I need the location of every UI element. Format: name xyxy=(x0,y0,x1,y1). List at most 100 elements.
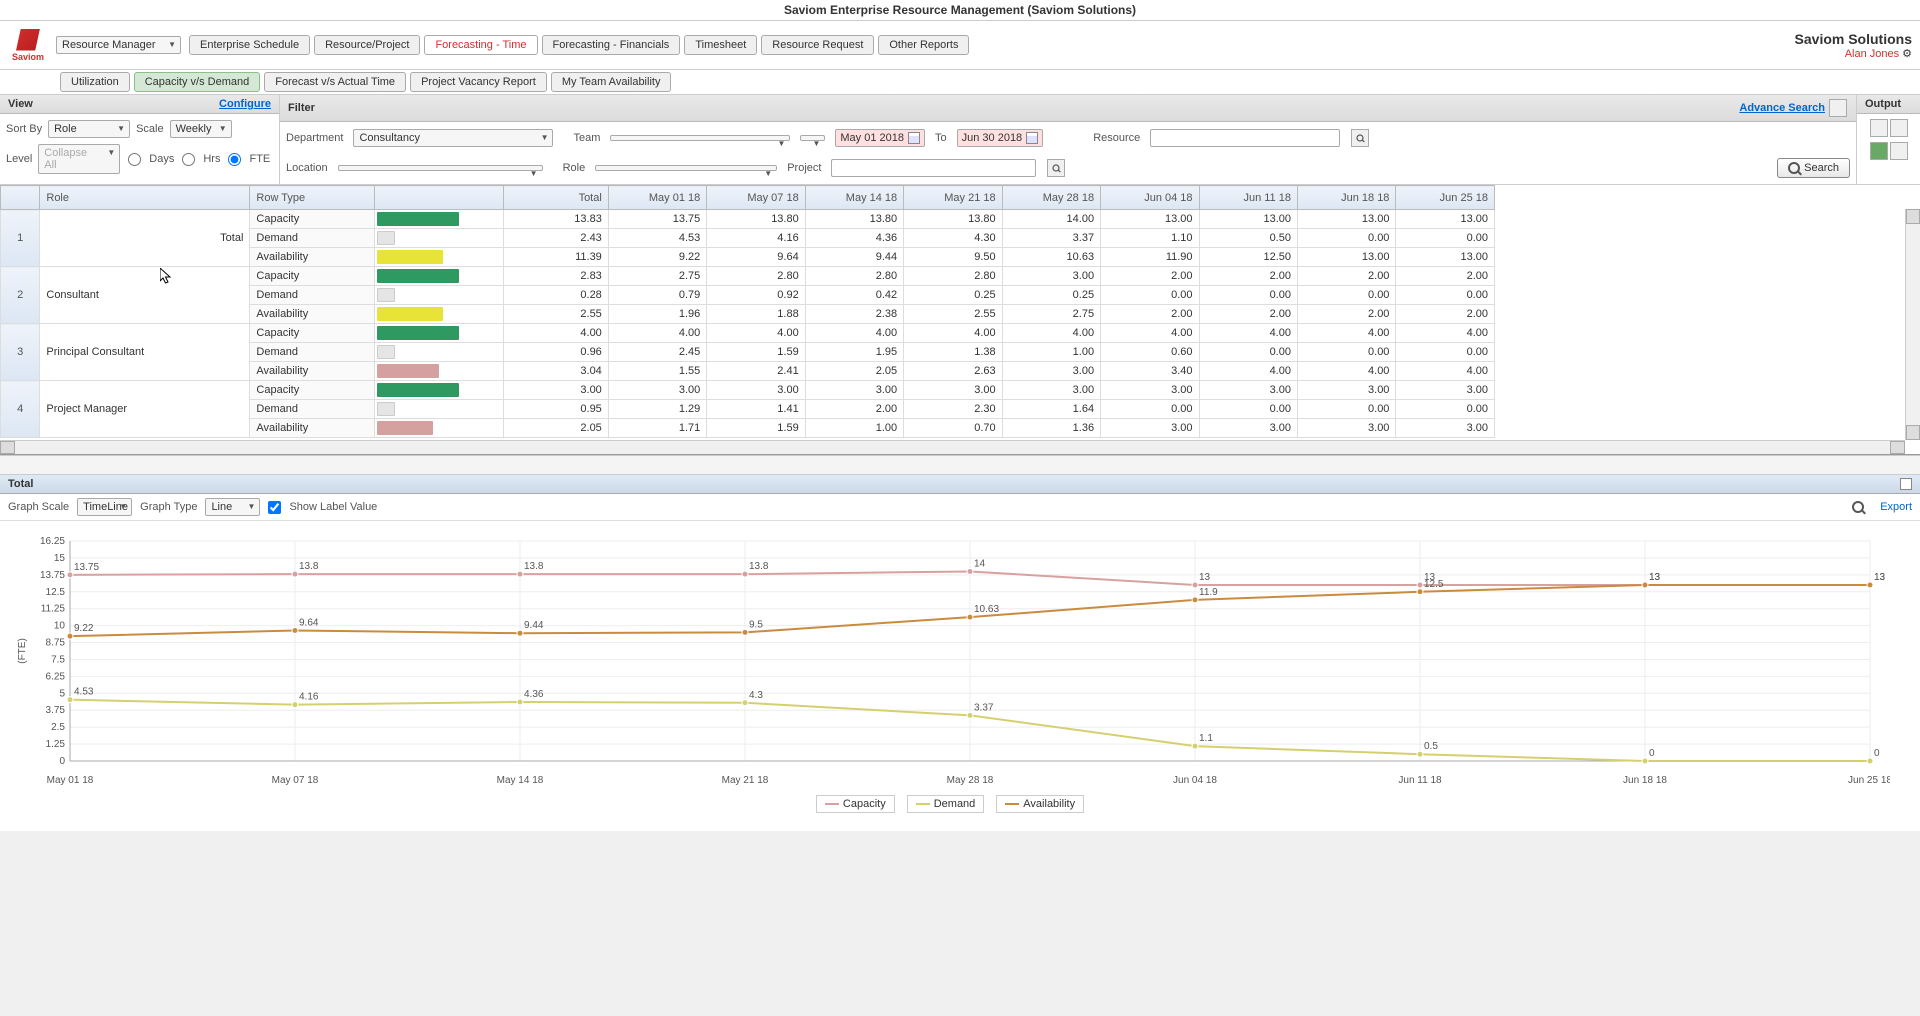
graph-scale-select[interactable]: TimeLine xyxy=(77,498,132,516)
team-select[interactable] xyxy=(610,135,790,141)
hrs-radio[interactable] xyxy=(182,153,195,166)
output-icon-4[interactable] xyxy=(1890,142,1908,160)
role-cell[interactable]: Consultant xyxy=(40,267,250,324)
col-header[interactable]: May 14 18 xyxy=(805,186,903,210)
header-right: Saviom Solutions Alan Jones⚙ xyxy=(1795,31,1912,60)
value-cell: 3.00 xyxy=(503,381,608,400)
svg-text:9.22: 9.22 xyxy=(74,623,94,634)
col-header[interactable]: Jun 04 18 xyxy=(1101,186,1199,210)
output-icons xyxy=(1857,114,1920,168)
sort-by-select[interactable]: Role xyxy=(48,120,130,138)
horizontal-scrollbar[interactable] xyxy=(0,440,1905,454)
nav-tab-enterprise-schedule[interactable]: Enterprise Schedule xyxy=(189,35,310,55)
nav-tab-other-reports[interactable]: Other Reports xyxy=(878,35,969,55)
col-header[interactable] xyxy=(375,186,504,210)
department-select[interactable]: Consultancy xyxy=(353,129,553,147)
search-button[interactable]: Search xyxy=(1777,158,1850,178)
nav-tab-forecasting-financials[interactable]: Forecasting - Financials xyxy=(542,35,681,55)
resource-input[interactable] xyxy=(1150,129,1340,147)
row-type: Capacity xyxy=(250,210,375,229)
svg-text:11.25: 11.25 xyxy=(41,604,66,615)
role-cell[interactable]: Principal Consultant xyxy=(40,324,250,381)
col-header[interactable]: May 01 18 xyxy=(608,186,706,210)
graph-type-select[interactable]: Line xyxy=(205,498,260,516)
hrs-label: Hrs xyxy=(203,153,220,165)
svg-text:12.5: 12.5 xyxy=(1424,579,1444,590)
value-cell: 2.80 xyxy=(707,267,805,286)
svg-text:4.16: 4.16 xyxy=(299,692,319,703)
level-select[interactable]: Collapse All xyxy=(38,144,120,174)
legend-item[interactable]: Demand xyxy=(907,795,985,813)
col-header[interactable]: Jun 25 18 xyxy=(1396,186,1495,210)
nav-tab-forecasting-time[interactable]: Forecasting - Time xyxy=(424,35,537,55)
splitter[interactable] xyxy=(0,455,1920,475)
role-cell[interactable]: Total xyxy=(40,210,250,267)
value-cell: 1.36 xyxy=(1002,419,1100,438)
value-cell: 13.80 xyxy=(904,210,1002,229)
filter-header: Filter Advance Search xyxy=(280,94,1856,122)
col-header[interactable]: May 21 18 xyxy=(904,186,1002,210)
zoom-icon[interactable] xyxy=(1852,501,1864,513)
sub-tab-capacity-v-s-demand[interactable]: Capacity v/s Demand xyxy=(134,72,261,92)
col-header[interactable]: Jun 18 18 xyxy=(1297,186,1395,210)
role-cell[interactable]: Project Manager xyxy=(40,381,250,438)
nav-tab-resource-request[interactable]: Resource Request xyxy=(761,35,874,55)
role-selector[interactable]: Resource Manager xyxy=(56,36,181,54)
location-select[interactable] xyxy=(338,165,543,171)
legend-item[interactable]: Availability xyxy=(996,795,1084,813)
date-from[interactable]: May 01 2018 xyxy=(835,129,925,147)
value-cell: 13.80 xyxy=(805,210,903,229)
export-link[interactable]: Export xyxy=(1880,501,1912,513)
advance-search-icon[interactable] xyxy=(1829,99,1847,117)
svg-text:May 07 18: May 07 18 xyxy=(272,775,319,786)
output-icon-1[interactable] xyxy=(1870,119,1888,137)
days-radio[interactable] xyxy=(128,153,141,166)
col-header[interactable]: May 28 18 xyxy=(1002,186,1100,210)
sub-tab-forecast-v-s-actual-time[interactable]: Forecast v/s Actual Time xyxy=(264,72,406,92)
sub-tab-project-vacancy-report[interactable]: Project Vacancy Report xyxy=(410,72,547,92)
value-cell: 13.00 xyxy=(1396,210,1495,229)
svg-text:0: 0 xyxy=(1649,748,1655,759)
graph-scale-label: Graph Scale xyxy=(8,501,69,513)
collapse-icon[interactable] xyxy=(1900,478,1912,490)
configure-link[interactable]: Configure xyxy=(219,98,271,110)
show-label-checkbox[interactable] xyxy=(268,501,281,514)
value-cell: 2.00 xyxy=(1199,305,1297,324)
date-to[interactable]: Jun 30 2018 xyxy=(957,129,1044,147)
sub-tab-my-team-availability[interactable]: My Team Availability xyxy=(551,72,672,92)
output-icon-2[interactable] xyxy=(1890,119,1908,137)
value-cell: 3.00 xyxy=(1396,381,1495,400)
value-cell: 3.00 xyxy=(1002,362,1100,381)
value-cell: 10.63 xyxy=(1002,248,1100,267)
sub-tab-utilization[interactable]: Utilization xyxy=(60,72,130,92)
resource-search-icon[interactable] xyxy=(1351,129,1369,147)
vertical-scrollbar[interactable] xyxy=(1905,209,1920,440)
gear-icon[interactable]: ⚙ xyxy=(1902,47,1912,60)
value-cell: 4.00 xyxy=(1297,324,1395,343)
col-header[interactable] xyxy=(1,186,40,210)
svg-text:13.75: 13.75 xyxy=(74,562,99,573)
row-type: Availability xyxy=(250,248,375,267)
col-header[interactable]: Jun 11 18 xyxy=(1199,186,1297,210)
value-cell: 3.00 xyxy=(1101,381,1199,400)
nav-tab-timesheet[interactable]: Timesheet xyxy=(684,35,757,55)
fte-radio[interactable] xyxy=(228,153,241,166)
role-select[interactable] xyxy=(595,165,777,171)
col-header[interactable]: May 07 18 xyxy=(707,186,805,210)
value-cell: 2.00 xyxy=(1101,305,1199,324)
col-header[interactable]: Row Type xyxy=(250,186,375,210)
legend-item[interactable]: Capacity xyxy=(816,795,895,813)
project-search-icon[interactable] xyxy=(1047,159,1065,177)
user-name[interactable]: Alan Jones xyxy=(1845,48,1899,60)
col-header[interactable]: Total xyxy=(503,186,608,210)
advance-search-link[interactable]: Advance Search xyxy=(1739,102,1825,114)
col-header[interactable]: Role xyxy=(40,186,250,210)
project-input[interactable] xyxy=(831,159,1036,177)
value-cell: 0.92 xyxy=(707,286,805,305)
prefix-select[interactable] xyxy=(800,135,825,141)
value-cell: 9.64 xyxy=(707,248,805,267)
output-excel-icon[interactable] xyxy=(1870,142,1888,160)
nav-tab-resource-project[interactable]: Resource/Project xyxy=(314,35,420,55)
role-label: Role xyxy=(563,162,586,174)
scale-select[interactable]: Weekly xyxy=(170,120,232,138)
